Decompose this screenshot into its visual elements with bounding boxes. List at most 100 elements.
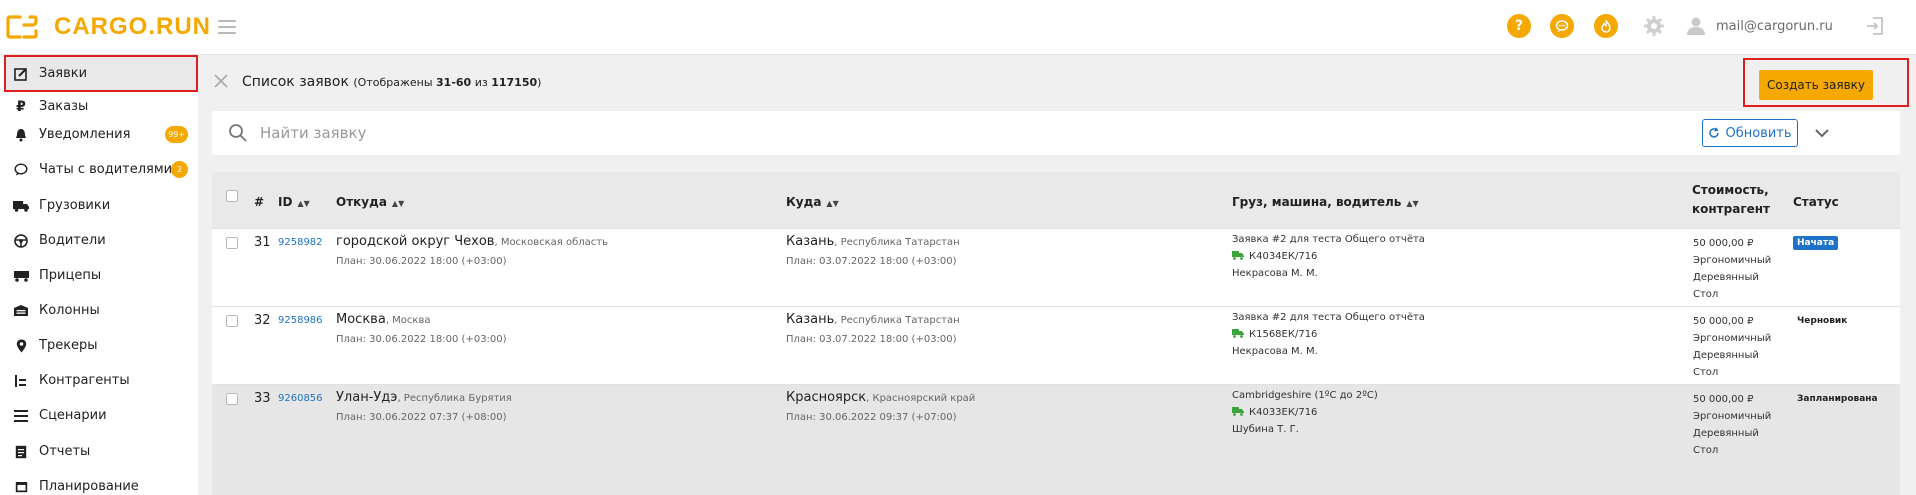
create-request-button[interactable]: Создать заявку <box>1759 70 1873 100</box>
status-badge: Начата <box>1793 236 1839 250</box>
chat-icon <box>12 161 30 179</box>
truck-plate: К4033ЕК/716 <box>1249 407 1318 418</box>
driver-name: Некрасова М. М. <box>1232 346 1318 357</box>
from-plan-date: План: 30.06.2022 18:00 (+03:00) <box>336 334 507 345</box>
to-location: Казань, Республика Татарстан <box>786 312 960 327</box>
help-icon[interactable]: ? <box>1507 14 1531 38</box>
contractor-line-1: Эргономичный <box>1693 411 1772 422</box>
from-location: Улан-Удэ, Республика Бурятия <box>336 390 512 405</box>
row-number: 33 <box>254 391 271 406</box>
cost-info: 50 000,00 ₽ Эргономичный Деревянный Стол <box>1693 235 1771 303</box>
chevron-down-icon[interactable] <box>1812 123 1832 143</box>
driver-name: Шубина Т. Г. <box>1232 424 1299 435</box>
sidebar-item-label: Прицепы <box>39 268 102 283</box>
help-icon-glyph: ? <box>1514 18 1524 34</box>
chats-badge: 2 <box>171 161 188 178</box>
from-city: Улан-Удэ <box>336 390 398 405</box>
sidebar-item-trailers[interactable]: Прицепы <box>6 259 196 292</box>
sidebar-item-scenarios[interactable]: Сценарии <box>6 399 196 432</box>
to-region: Красноярский край <box>872 393 976 404</box>
shown-suffix: ) <box>537 76 542 89</box>
row-checkbox[interactable] <box>226 237 238 249</box>
steering-wheel-icon <box>12 232 30 250</box>
top-header: CARGO.RUN ? mail@cargorun.ru <box>0 0 1916 55</box>
user-menu[interactable]: mail@cargorun.ru <box>1686 14 1833 38</box>
sidebar-item-notifications[interactable]: Уведомления 99+ <box>6 118 196 151</box>
sidebar-item-requests[interactable]: Заявки <box>4 55 198 92</box>
close-icon[interactable] <box>212 72 230 90</box>
sidebar-item-trackers[interactable]: Трекеры <box>6 329 196 362</box>
col-header-from[interactable]: Откуда ▲▼ <box>336 195 404 209</box>
garage-icon <box>12 302 30 320</box>
list-toolbar: Список заявок (Отображены 31-60 из 11715… <box>198 55 1916 110</box>
col-header-to-label: Куда <box>786 195 822 209</box>
select-all-checkbox[interactable] <box>226 190 238 202</box>
cost-info: 50 000,00 ₽ Эргономичный Деревянный Стол <box>1693 391 1771 459</box>
from-location: Москва, Москва <box>336 312 430 327</box>
from-plan-date: План: 30.06.2022 07:37 (+08:00) <box>336 412 507 423</box>
edit-icon <box>12 65 30 83</box>
sidebar-item-columns[interactable]: Колонны <box>6 294 196 327</box>
sidebar-item-reports[interactable]: Отчеты <box>6 435 196 468</box>
truck-icon <box>1232 251 1244 260</box>
sidebar-item-label: Трекеры <box>39 338 98 353</box>
cost-value: 50 000,00 ₽ <box>1693 316 1754 327</box>
page-title: Список заявок (Отображены 31-60 из 11715… <box>242 74 541 90</box>
refresh-icon <box>1709 127 1720 138</box>
from-location: городской округ Чехов, Московская област… <box>336 234 608 249</box>
request-id-link[interactable]: 9258986 <box>278 315 323 326</box>
sidebar-item-label: Чаты с водителями <box>39 162 173 177</box>
cargo-name: Заявка #2 для теста Общего отчёта <box>1232 234 1425 245</box>
sidebar-item-contractors[interactable]: Контрагенты <box>6 364 196 397</box>
to-location: Красноярск, Красноярский край <box>786 390 975 405</box>
sidebar-item-label: Грузовики <box>39 198 111 213</box>
col-header-cost: Стоимость, контрагент <box>1692 181 1770 219</box>
sidebar-item-trucks[interactable]: Грузовики <box>6 189 196 222</box>
notifications-badge: 99+ <box>165 126 188 143</box>
fire-icon[interactable] <box>1594 14 1618 38</box>
truck-icon <box>12 197 30 215</box>
col-header-from-label: Откуда <box>336 195 387 209</box>
truck-plate: К4034ЕК/716 <box>1249 251 1318 262</box>
row-checkbox[interactable] <box>226 315 238 327</box>
request-id-link[interactable]: 9260856 <box>278 393 323 404</box>
sidebar-item-planning[interactable]: Планирование <box>6 470 196 495</box>
row-checkbox[interactable] <box>226 393 238 405</box>
col-header-status: Статус <box>1793 195 1839 209</box>
col-header-to[interactable]: Куда ▲▼ <box>786 195 839 209</box>
truck-icon <box>1232 329 1244 338</box>
to-plan-date: План: 30.06.2022 09:37 (+07:00) <box>786 412 957 423</box>
sidebar-item-label: Водители <box>39 233 106 248</box>
sort-icon: ▲▼ <box>391 199 405 208</box>
sidebar-item-driver-chats[interactable]: Чаты с водителями 2 <box>6 153 196 186</box>
search-icon <box>229 124 247 142</box>
search-input[interactable] <box>260 121 1560 145</box>
col-header-cargo[interactable]: Груз, машина, водитель ▲▼ <box>1232 195 1419 209</box>
table-row[interactable]: 33 9260856 Улан-Удэ, Республика Бурятия … <box>212 384 1900 495</box>
contractor-line-3: Стол <box>1693 367 1719 378</box>
menu-toggle-icon[interactable] <box>216 16 238 38</box>
contractor-line-3: Стол <box>1693 289 1719 300</box>
trailer-icon <box>12 267 30 285</box>
logo-mark-icon <box>6 15 38 39</box>
table-row[interactable]: 32 9258986 Москва, Москва План: 30.06.20… <box>212 306 1900 384</box>
to-city: Казань <box>786 234 835 249</box>
refresh-button[interactable]: Обновить <box>1702 119 1798 147</box>
table-header: # ID ▲▼ Откуда ▲▼ Куда ▲▼ Груз, машина, вод… <box>212 172 1900 228</box>
chat-bubble-icon[interactable] <box>1550 14 1574 38</box>
logout-icon[interactable] <box>1864 15 1886 37</box>
sidebar-item-drivers[interactable]: Водители <box>6 224 196 257</box>
search-bar: Обновить <box>212 111 1900 155</box>
main-content: Список заявок (Отображены 31-60 из 11715… <box>198 55 1916 495</box>
request-id-link[interactable]: 9258982 <box>278 237 323 248</box>
shown-of: из <box>471 76 492 89</box>
sidebar-item-label: Сценарии <box>39 408 107 423</box>
sidebar-item-label: Заявки <box>39 66 88 81</box>
list-icon <box>12 407 30 425</box>
chat-bubble-glyph-icon <box>1555 20 1569 32</box>
col-header-id[interactable]: ID ▲▼ <box>278 195 310 209</box>
cargorun-logo[interactable]: CARGO.RUN <box>6 12 211 42</box>
table-row[interactable]: 31 9258982 городской округ Чехов, Москов… <box>212 228 1900 306</box>
user-avatar-icon <box>1687 17 1705 35</box>
settings-gear-icon[interactable] <box>1642 14 1666 38</box>
